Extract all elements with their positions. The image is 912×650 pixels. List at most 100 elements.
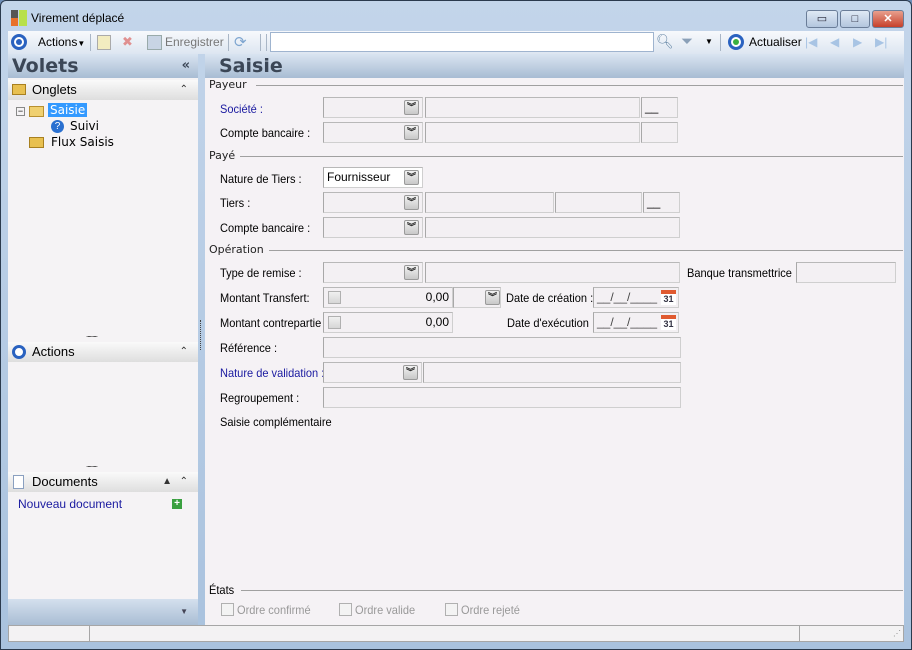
nature-validation-name-field [423,362,681,383]
refresh-icon[interactable] [728,34,744,50]
separator [260,34,261,51]
splitter-handle[interactable]: ......... [86,460,98,469]
refresh-button[interactable]: Actualiser [749,35,802,50]
actions-menu[interactable]: Actions▼ [38,35,85,51]
date-creation-label: Date de création : [506,291,594,305]
date-execution-label: Date d'exécution : [507,316,596,330]
chevron-down-icon[interactable]: ︾ [404,265,419,280]
calendar-icon[interactable]: 31 [661,315,676,330]
splitter-handle[interactable]: ......... [86,330,98,339]
filter-icon[interactable]: ⏷ [681,33,693,50]
panel-menu-icon[interactable]: ▼ [180,607,188,616]
folder-open-icon [29,106,44,117]
collapse-icon[interactable]: ⌃ [180,472,188,492]
type-remise-name-field [425,262,680,283]
tree-collapse-icon[interactable]: − [16,107,25,116]
collapse-panel-button[interactable]: « [182,54,190,78]
actions-label: Actions [38,35,78,49]
window-title: Virement déplacé [31,11,125,25]
add-icon[interactable]: + [172,499,182,509]
ordre-confirme-label: Ordre confirmé [237,603,311,617]
status-bar: ⋰ [8,625,904,642]
regroupement-label: Regroupement : [220,391,300,405]
banque-field[interactable] [796,262,896,283]
ordre-valide-checkbox[interactable] [339,603,352,616]
montant-transfert-field[interactable]: 0,00 [323,287,453,308]
move-up-icon[interactable]: ▲ [162,472,172,492]
ordre-rejete-checkbox[interactable] [445,603,458,616]
payeur-compte-label: Compte bancaire : [220,126,311,140]
divider [240,156,903,157]
payeur-compte-name-field [425,122,640,143]
close-button[interactable]: ✕ [872,10,904,28]
paye-compte-name-field [425,217,680,238]
filter-dropdown-icon[interactable]: ▼ [705,37,713,46]
montant-transfert-label: Montant Transfert: [220,291,310,305]
montant-contrepartie-label: Montant contrepartie [220,316,322,330]
onglets-label: Onglets [32,82,77,97]
ordre-confirme-checkbox[interactable] [221,603,234,616]
sync-icon[interactable]: ⟳ [234,33,247,51]
documents-header[interactable]: Documents ▲ ⌃ [8,472,198,492]
chevron-down-icon[interactable]: ︾ [404,195,419,210]
onglets-header[interactable]: Onglets ⌃ [8,80,198,100]
new-icon[interactable] [97,35,111,50]
minimize-button[interactable]: ▭ [806,10,838,28]
actions-header[interactable]: Actions ⌃ [8,342,198,362]
previous-record-icon[interactable]: ◀ [830,35,839,50]
side-panel-title: Volets [12,55,79,77]
societe-code-field[interactable]: __ [641,97,678,118]
panel-footer: ▼ [8,599,198,625]
montant-contrepartie-field[interactable]: 0,00 [323,312,453,333]
actions-icon [12,345,26,359]
calculator-icon[interactable] [328,291,341,304]
first-record-icon[interactable]: |◀ [805,35,817,50]
chevron-down-icon[interactable]: ︾ [404,220,419,235]
vertical-splitter[interactable] [200,320,202,350]
calculator-icon[interactable] [328,316,341,329]
paye-legend: Payé [209,149,236,162]
nature-validation-label[interactable]: Nature de validation : [220,366,324,380]
collapse-icon[interactable]: ⌃ [180,80,188,100]
status-divider [799,626,800,641]
reference-field[interactable] [323,337,681,358]
chevron-down-icon[interactable]: ︾ [403,365,418,380]
separator [720,34,721,51]
next-record-icon[interactable]: ▶ [853,35,862,50]
divider [241,590,903,591]
tree-item-flux-saisis[interactable]: Flux Saisis [51,135,114,149]
last-record-icon[interactable]: ▶| [875,35,887,50]
chevron-down-icon[interactable]: ︾ [404,170,419,185]
new-document-link[interactable]: Nouveau document [18,497,122,511]
tree-item-saisie[interactable]: Saisie [48,103,88,117]
collapse-icon[interactable]: ⌃ [180,342,188,362]
maximize-button[interactable]: □ [840,10,870,28]
divider [269,250,903,251]
resize-grip-icon[interactable]: ⋰ [893,629,901,638]
chevron-down-icon[interactable]: ︾ [485,290,500,305]
divider [256,85,903,86]
side-panel: Volets « Onglets ⌃ − Saisie ? Suivi Flux S… [8,54,198,625]
calendar-icon[interactable]: 31 [661,290,676,305]
search-input[interactable] [270,32,654,52]
app-menu-icon[interactable] [11,34,27,50]
regroupement-field[interactable] [323,387,681,408]
save-icon[interactable] [147,35,162,50]
societe-label[interactable]: Société : [220,102,263,116]
status-divider [89,626,90,641]
etats-legend: États [209,583,235,597]
payeur-legend: Payeur [209,78,247,91]
save-button[interactable]: Enregistrer [165,35,224,50]
tiers-code-field[interactable]: __ [643,192,680,213]
payeur-compte-code-field[interactable] [641,122,678,143]
search-icon[interactable]: 🔍︎ [656,33,674,50]
paye-compte-label: Compte bancaire : [220,221,311,235]
help-icon: ? [51,120,64,133]
reference-label: Référence : [220,341,278,355]
tree-item-suivi[interactable]: Suivi [70,119,99,133]
chevron-down-icon[interactable]: ︾ [404,125,419,140]
tiers-name-field [425,192,554,213]
saisie-complementaire-label: Saisie complémentaire [220,415,332,429]
chevron-down-icon[interactable]: ︾ [404,100,419,115]
delete-icon[interactable]: ✖ [122,34,133,50]
